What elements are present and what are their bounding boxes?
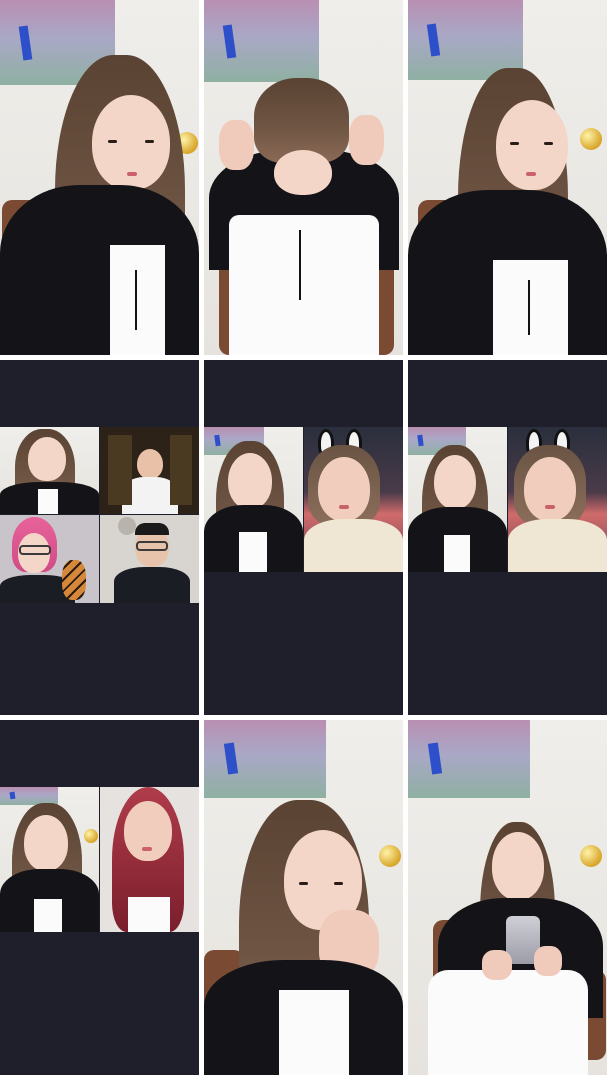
- stream-tile-9[interactable]: [408, 720, 607, 1075]
- guest-bunny-ears[interactable]: [508, 427, 607, 572]
- guest-host[interactable]: [0, 427, 99, 514]
- gold-balloon: [580, 128, 602, 150]
- white-dress: [493, 260, 568, 355]
- camera-feed: [0, 0, 199, 355]
- guest-bunny-ears[interactable]: [304, 427, 403, 572]
- wall-painting: [204, 0, 319, 82]
- hand: [349, 115, 384, 165]
- stream-tile-3[interactable]: [408, 0, 607, 355]
- stream-tile-8[interactable]: [204, 720, 403, 1075]
- guest-man-white-shirt[interactable]: [100, 427, 199, 514]
- stream-tile-2[interactable]: [204, 0, 403, 355]
- face: [492, 832, 544, 900]
- face: [496, 100, 568, 190]
- wall-painting: [204, 720, 326, 798]
- camera-feed: [204, 720, 403, 1075]
- camera-feed: [204, 0, 403, 355]
- stream-tile-1[interactable]: [0, 0, 199, 355]
- stream-grid: [0, 0, 607, 1075]
- stream-tile-5[interactable]: [204, 360, 403, 715]
- wall-painting: [408, 720, 530, 798]
- camera-feed: [408, 720, 607, 1075]
- hand: [219, 120, 254, 170]
- guest-pink-hair-woman[interactable]: [0, 515, 99, 603]
- stream-tile-4[interactable]: [0, 360, 199, 715]
- face: [274, 150, 332, 195]
- guest-host[interactable]: [204, 427, 303, 572]
- stream-tile-6[interactable]: [408, 360, 607, 715]
- stream-tile-7[interactable]: [0, 720, 199, 1075]
- white-dress: [110, 245, 165, 355]
- camera-feed: [408, 0, 607, 355]
- guest-host[interactable]: [0, 787, 99, 932]
- white-dress: [229, 215, 379, 355]
- guest-red-hair[interactable]: [100, 787, 199, 932]
- guest-man-glasses[interactable]: [100, 515, 199, 603]
- black-cardigan: [0, 185, 199, 355]
- guest-host[interactable]: [408, 427, 507, 572]
